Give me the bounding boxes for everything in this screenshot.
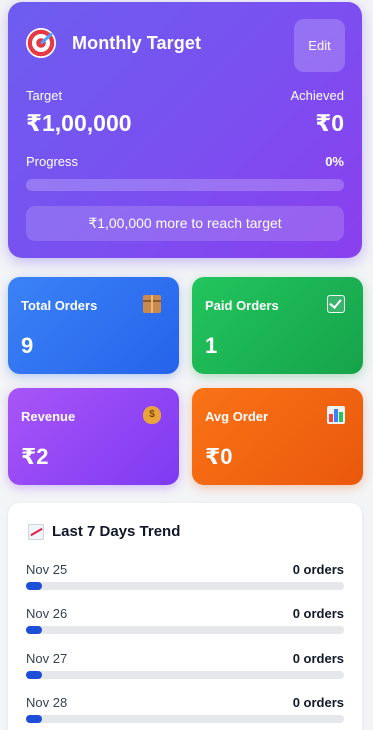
paid-orders-label: Paid Orders (205, 298, 279, 313)
trend-date: Nov 27 (26, 651, 68, 666)
trend-date: Nov 28 (26, 695, 68, 710)
trend-count: 0 orders (292, 562, 344, 577)
total-orders-card[interactable]: Total Orders 9 (8, 277, 179, 374)
trend-row: Nov 25 0 orders (26, 562, 344, 602)
trend-row: Nov 26 0 orders (26, 606, 344, 646)
avg-order-card[interactable]: Avg Order ₹0 (192, 388, 363, 485)
trend-count: 0 orders (292, 606, 344, 621)
remaining-to-target: ₹1,00,000 more to reach target (26, 206, 344, 241)
trend-header: Last 7 Days Trend (28, 523, 180, 540)
trend-bar-track (26, 671, 344, 679)
revenue-card[interactable]: Revenue ₹2 (8, 388, 179, 485)
target-progress-bar (26, 179, 344, 191)
revenue-label: Revenue (21, 409, 76, 424)
trend-bar-fill (26, 582, 42, 590)
target-title: Monthly Target (72, 32, 202, 53)
edit-target-button[interactable]: Edit (294, 19, 345, 72)
trend-card: Last 7 Days Trend Nov 25 0 orders Nov 26… (8, 503, 362, 730)
bar-chart-icon (327, 406, 345, 424)
trend-count: 0 orders (292, 695, 344, 710)
trend-bar-fill (26, 715, 42, 723)
target-dart-icon (26, 28, 56, 58)
monthly-target-card: Monthly Target Edit Target Achieved ₹1,0… (8, 2, 362, 258)
progress-percent: 0% (325, 154, 344, 169)
avg-order-value: ₹0 (205, 444, 233, 469)
achieved-value: ₹0 (315, 110, 344, 136)
trend-bar-track (26, 626, 344, 634)
trend-bar-track (26, 582, 344, 590)
trend-bar-fill (26, 671, 42, 679)
avg-order-label: Avg Order (205, 409, 269, 424)
trend-date: Nov 26 (26, 606, 68, 621)
check-icon (327, 295, 345, 313)
achieved-label: Achieved (290, 88, 344, 103)
money-bag-icon (143, 406, 161, 424)
target-value: ₹1,00,000 (26, 110, 132, 136)
target-label: Target (26, 88, 63, 103)
trend-count: 0 orders (292, 651, 344, 666)
paid-orders-value: 1 (205, 333, 218, 358)
package-icon (143, 295, 161, 313)
trend-bar-track (26, 715, 344, 723)
total-orders-label: Total Orders (21, 298, 98, 313)
revenue-value: ₹2 (21, 444, 49, 469)
target-header: Monthly Target (26, 28, 201, 58)
total-orders-value: 9 (21, 333, 34, 358)
trend-date: Nov 25 (26, 562, 68, 577)
trend-row: Nov 27 0 orders (26, 651, 344, 691)
paid-orders-card[interactable]: Paid Orders 1 (192, 277, 363, 374)
chart-increasing-icon (28, 523, 44, 540)
trend-bar-fill (26, 626, 42, 634)
trend-row: Nov 28 0 orders (26, 695, 344, 730)
trend-title: Last 7 Days Trend (52, 523, 181, 540)
progress-label: Progress (26, 154, 79, 169)
